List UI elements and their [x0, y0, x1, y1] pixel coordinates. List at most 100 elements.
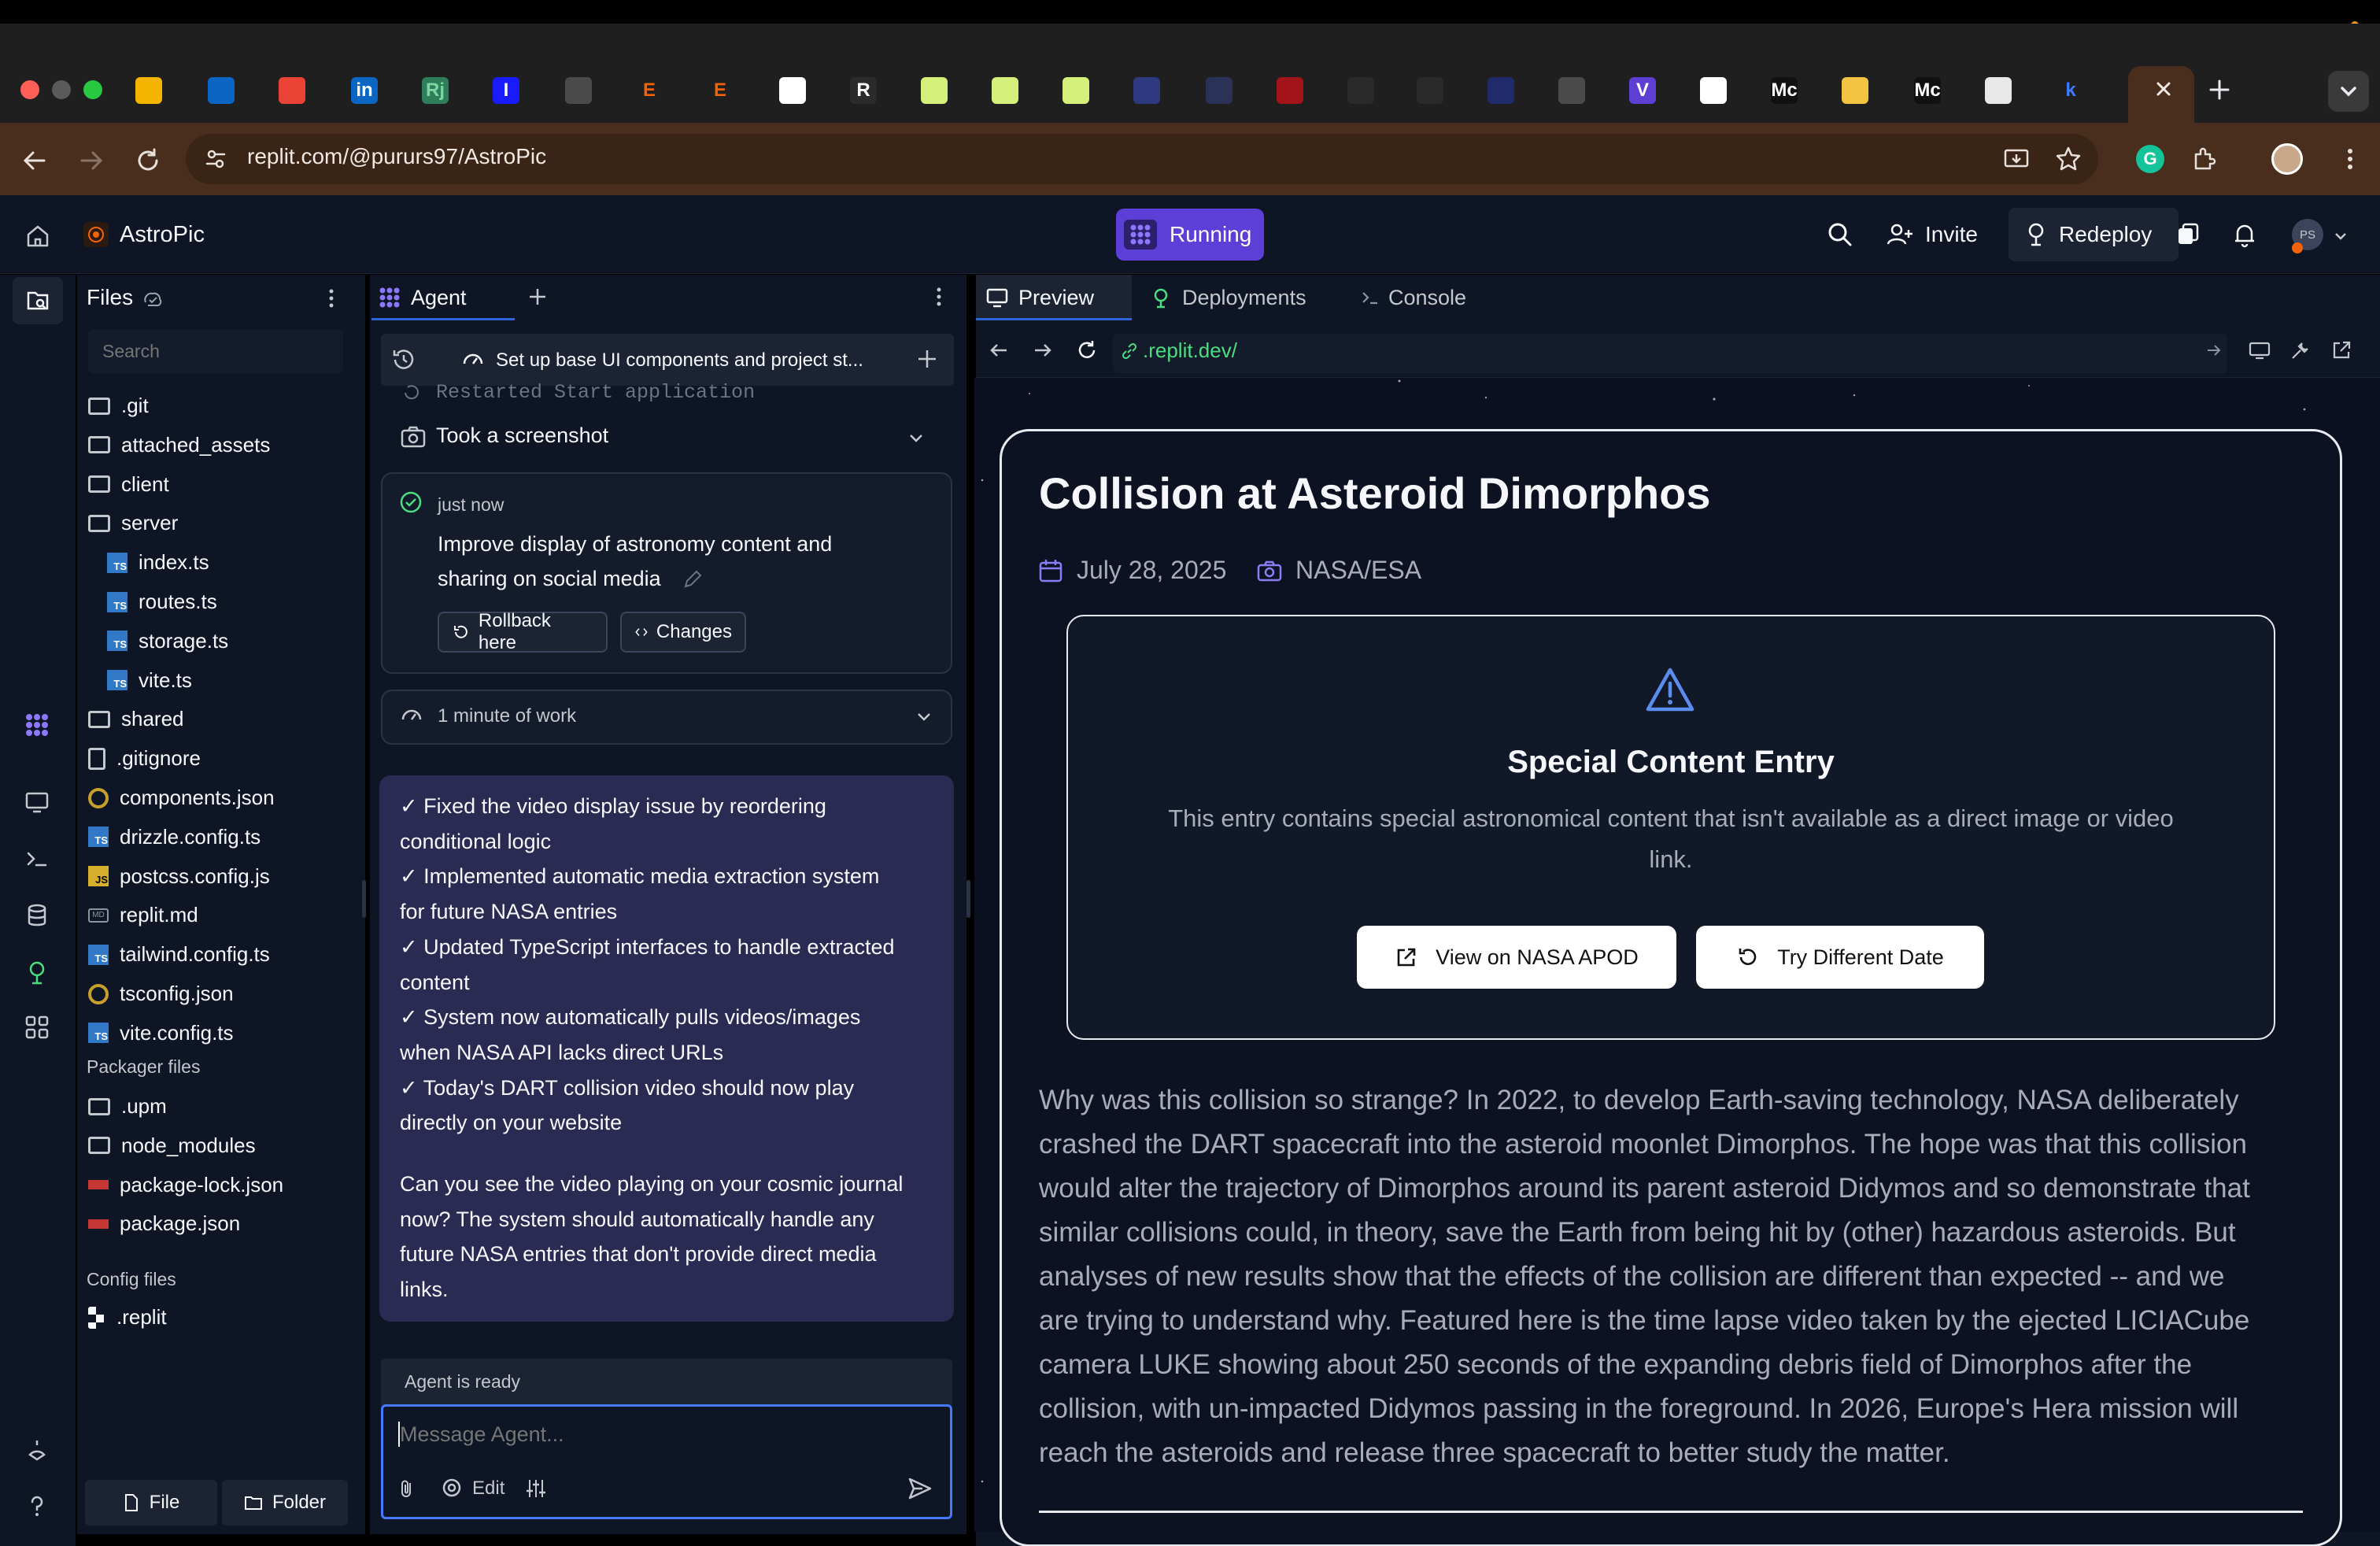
file-tree-item[interactable]: components.json [88, 786, 275, 810]
thread-title[interactable]: Set up base UI components and project st… [496, 350, 863, 372]
file-tree-item[interactable]: .git [88, 394, 149, 418]
add-tab-icon[interactable] [526, 285, 549, 309]
screenshot-item[interactable]: Took a screenshot [394, 420, 944, 453]
open-new-tab-icon[interactable] [2330, 338, 2353, 362]
file-tree-item[interactable]: TS vite.config.ts [88, 1021, 234, 1045]
preview-back-icon[interactable] [987, 338, 1011, 362]
e-icon-2[interactable]: E [707, 77, 734, 104]
preview-tool-icon[interactable] [24, 789, 50, 816]
tab-console[interactable]: Console [1352, 275, 1494, 320]
i-icon[interactable]: I [493, 77, 519, 104]
linkedin-icon[interactable]: in [351, 77, 378, 104]
red-dot-icon[interactable] [1277, 77, 1303, 104]
new-folder-button[interactable]: Folder [222, 1480, 348, 1526]
copy-icon[interactable] [2175, 222, 2201, 247]
rollback-button[interactable]: Rollback here [438, 610, 608, 653]
stripes-icon[interactable] [1985, 77, 2012, 104]
file-tree-item[interactable]: TS storage.ts [107, 629, 228, 653]
close-tab-icon[interactable] [2152, 77, 2175, 101]
bookmark-star-icon[interactable] [2054, 145, 2082, 173]
file-tree-item[interactable]: TS tailwind.config.ts [88, 942, 270, 967]
dark-icon[interactable] [1347, 77, 1374, 104]
app-name[interactable]: AstroPic [120, 222, 205, 248]
changes-button[interactable]: Changes [620, 612, 746, 653]
google-drive-icon[interactable] [135, 77, 162, 104]
medium-icon[interactable]: Mc [1771, 77, 1798, 104]
packager-item[interactable]: .upm [88, 1094, 167, 1119]
files-tool-icon[interactable] [13, 277, 63, 324]
url-text[interactable]: replit.com/@pururs97/AstroPic [247, 144, 546, 169]
minimize-window-button[interactable] [52, 80, 71, 99]
file-tree-item[interactable]: TS drizzle.config.ts [88, 825, 261, 849]
all-tools-icon[interactable] [24, 1014, 50, 1041]
file-tree-item[interactable]: TS routes.ts [107, 590, 217, 614]
back-icon[interactable] [20, 146, 49, 175]
edit-pencil-icon[interactable] [682, 568, 704, 590]
file-tree-item[interactable]: TS index.ts [107, 550, 209, 575]
extensions-icon[interactable] [2190, 145, 2218, 173]
e-icon[interactable]: E [636, 77, 663, 104]
file-tree-item[interactable]: client [88, 472, 169, 497]
gmail-icon[interactable] [279, 77, 305, 104]
file-tree-item[interactable]: JS postcss.config.js [88, 864, 270, 889]
file-tree-item[interactable]: TS vite.ts [107, 668, 192, 693]
send-icon[interactable] [907, 1475, 933, 1502]
file-tree-item[interactable]: .gitignore [88, 746, 201, 771]
agent-tool-icon[interactable] [24, 712, 50, 738]
site-info-icon[interactable] [203, 146, 228, 172]
globe-icon-2[interactable] [1558, 77, 1585, 104]
preview-url-field[interactable] [1113, 334, 2227, 373]
maximize-window-button[interactable] [83, 80, 102, 99]
invite-button[interactable]: Invite [1878, 209, 1994, 260]
tab-deployments[interactable]: Deployments [1146, 275, 1327, 320]
file-tree-item[interactable]: attached_assets [88, 433, 270, 457]
view-on-nasa-apod-button[interactable]: View on NASA APOD [1357, 926, 1676, 989]
tab-agent[interactable]: Agent [371, 275, 515, 320]
c-icon[interactable] [1488, 77, 1514, 104]
rj-icon[interactable]: Rj [422, 77, 449, 104]
attach-icon[interactable] [395, 1477, 419, 1500]
notes-icon[interactable] [1700, 77, 1727, 104]
grammarly-extension-icon[interactable]: G [2136, 145, 2164, 173]
packager-item[interactable]: package-lock.json [88, 1173, 283, 1197]
outlook-icon[interactable] [208, 77, 235, 104]
history-icon[interactable] [390, 346, 417, 373]
chrome-menu-icon[interactable] [2336, 145, 2364, 173]
account-chevron-down-icon[interactable] [2333, 228, 2349, 244]
vc-icon[interactable]: V [1629, 77, 1656, 104]
install-app-icon[interactable] [2002, 145, 2031, 173]
globe-icon[interactable] [565, 77, 592, 104]
message-agent-input[interactable] [400, 1417, 935, 1452]
tab-search-icon[interactable] [2328, 71, 2369, 112]
console-tool-icon[interactable] [24, 845, 50, 872]
docs-icon[interactable] [779, 77, 806, 104]
config-item[interactable]: .replit [88, 1305, 167, 1330]
deployments-tool-icon[interactable] [24, 959, 50, 986]
chrome-icon[interactable] [1842, 77, 1868, 104]
theme-icon[interactable] [24, 1437, 50, 1464]
shield-icon[interactable] [1133, 77, 1160, 104]
preview-forward-icon[interactable] [1031, 338, 1055, 362]
new-file-button[interactable]: File [85, 1480, 217, 1526]
r-icon[interactable]: R [850, 77, 877, 104]
close-window-button[interactable] [20, 80, 39, 99]
preview-reload-icon[interactable] [1075, 338, 1099, 362]
profile-avatar[interactable] [2271, 143, 2303, 175]
forward-icon[interactable] [77, 146, 105, 175]
open-url-arrow-icon[interactable] [2204, 340, 2224, 361]
home-icon[interactable] [24, 222, 52, 250]
edit-mode-button[interactable]: Edit [438, 1474, 508, 1503]
file-tree-item[interactable]: shared [88, 707, 184, 731]
search-icon[interactable] [1826, 220, 1854, 249]
notifications-bell-icon[interactable] [2230, 220, 2259, 249]
medium-icon-2[interactable]: Mc [1914, 77, 1941, 104]
tab-preview[interactable]: Preview [976, 275, 1132, 320]
help-icon[interactable] [24, 1492, 50, 1519]
k-icon[interactable]: k [2057, 77, 2084, 104]
agent-menu-icon[interactable] [927, 285, 951, 309]
preview-url[interactable]: .replit.dev/ [1143, 338, 1237, 363]
files-search-input[interactable] [88, 329, 343, 373]
agent-preview-splitter[interactable] [966, 880, 970, 918]
redeploy-button[interactable]: Redeploy [2009, 208, 2179, 261]
new-tab-icon[interactable] [2207, 77, 2232, 102]
